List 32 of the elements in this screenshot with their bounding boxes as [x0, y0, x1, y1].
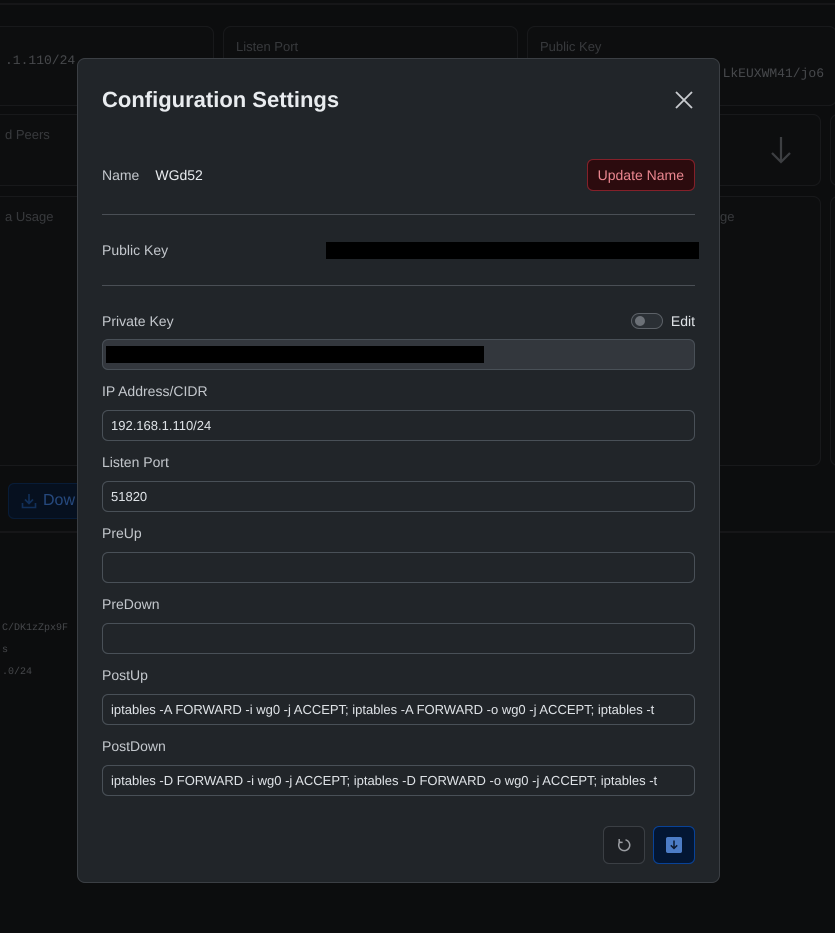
field-label: Name [102, 167, 140, 183]
save-button[interactable] [653, 826, 695, 864]
peer-detail-text: C/DK1zZpx9F [2, 623, 68, 636]
name-value: WGd52 [155, 167, 204, 183]
toggle-label: Edit [670, 313, 695, 329]
save-icon [665, 836, 683, 854]
field-label: PostUp [102, 666, 149, 685]
field-label: PreDown [102, 595, 161, 614]
text-field[interactable]: iptables -A FORWARD -i wg0 -j ACCEPT; iptables -A FORWARD -o wg0 -j ACCEPT; iptables -t [102, 694, 695, 725]
field-label: Listen Port [102, 453, 170, 472]
field-label: Private Key [102, 313, 174, 329]
field-label: PostDown [102, 737, 167, 756]
reset-button[interactable] [603, 826, 645, 864]
text-field[interactable]: iptables -D FORWARD -i wg0 -j ACCEPT; iptables -D FORWARD -o wg0 -j ACCEPT; iptables -t [102, 765, 695, 796]
peer-detail-text: .0/24 [2, 667, 32, 680]
update-name-button[interactable]: Update Name [586, 159, 695, 191]
close-icon [675, 91, 693, 109]
field-label: IP Address/CIDR [102, 382, 209, 401]
download-icon [21, 493, 37, 509]
text-field[interactable]: 51820 [102, 481, 695, 512]
dialog-title: Configuration Settings [102, 87, 340, 113]
stat-value: LkEUXWM41/jo6 [722, 66, 824, 81]
text-field[interactable] [102, 552, 695, 583]
stat-value: .1.110/24 [5, 52, 76, 68]
field-label: Public Key [102, 242, 168, 258]
peer-detail-text: s [2, 645, 8, 658]
close-button[interactable] [673, 89, 695, 111]
text-field[interactable] [102, 623, 695, 654]
text-field[interactable]: 192.168.1.110/24 [102, 410, 695, 441]
refresh-icon [617, 838, 631, 852]
down-arrow-icon [770, 135, 792, 165]
field-label: PreUp [102, 524, 143, 543]
